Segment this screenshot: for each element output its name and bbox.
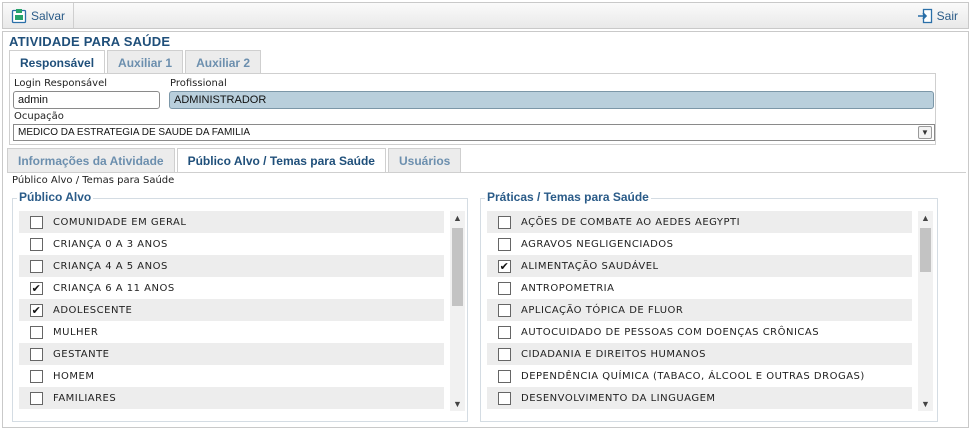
tab-publico-alvo-temas[interactable]: Público Alvo / Temas para Saúde [176, 148, 386, 173]
activity-tabs: Informações da Atividade Público Alvo / … [7, 148, 463, 173]
checkbox[interactable] [498, 347, 511, 361]
list-item-label: GESTANTE [53, 348, 110, 360]
list-item-label: AÇÕES DE COMBATE AO AEDES AEGYPTI [521, 216, 741, 228]
checkbox[interactable] [30, 391, 43, 405]
exit-label: Sair [936, 8, 958, 23]
scroll-thumb[interactable] [920, 228, 931, 272]
list-item-label: FAMILIARES [53, 392, 117, 404]
checkbox[interactable] [498, 369, 511, 383]
ocupacao-label: Ocupação [14, 111, 64, 122]
exit-icon [917, 8, 932, 23]
exit-button[interactable]: Sair [911, 3, 964, 28]
list-item-label: DESENVOLVIMENTO DA LINGUAGEM [521, 392, 716, 404]
responsavel-panel: Login Responsável admin Profissional ADM… [9, 73, 936, 145]
list-item-label: COMUNIDADE EM GERAL [53, 216, 187, 228]
checkbox[interactable] [30, 369, 43, 383]
praticas-legend: Práticas / Temas para Saúde [485, 190, 651, 204]
checkbox[interactable] [498, 237, 511, 251]
list-item-label: AGRAVOS NEGLIGENCIADOS [521, 238, 674, 250]
praticas-list: AÇÕES DE COMBATE AO AEDES AEGYPTI AGRAVOS… [487, 211, 912, 411]
list-item[interactable]: AÇÕES DE COMBATE AO AEDES AEGYPTI [487, 211, 912, 233]
ocupacao-select[interactable]: MEDICO DA ESTRATEGIA DE SAUDE DA FAMILIA… [13, 124, 935, 141]
praticas-fieldset: Práticas / Temas para Saúde AÇÕES DE COM… [480, 190, 938, 422]
list-item[interactable]: CRIANÇA 4 A 5 ANOS [19, 255, 444, 277]
list-item[interactable]: DEPENDÊNCIA QUÍMICA (TABACO, ÁLCOOL E OU… [487, 365, 912, 387]
list-item[interactable]: CRIANÇA 0 A 3 ANOS [19, 233, 444, 255]
scroll-thumb[interactable] [452, 228, 463, 306]
toolbar: Salvar Sair [2, 2, 969, 29]
list-item[interactable]: ANTROPOMETRIA [487, 277, 912, 299]
ocupacao-value: MEDICO DA ESTRATEGIA DE SAUDE DA FAMILIA [18, 127, 251, 138]
list-item[interactable]: APLICAÇÃO TÓPICA DE FLUOR [487, 299, 912, 321]
list-item[interactable]: HOMEM [19, 365, 444, 387]
publico-alvo-scrollbar[interactable]: ▲ ▼ [450, 211, 465, 411]
publico-alvo-list: COMUNIDADE EM GERAL CRIANÇA 0 A 3 ANOS CRI… [19, 211, 444, 411]
section-caption: Público Alvo / Temas para Saúde [12, 175, 175, 186]
list-item-label: ANTROPOMETRIA [521, 282, 615, 294]
profissional-field: ADMINISTRADOR [169, 91, 934, 109]
checkbox[interactable] [498, 303, 511, 317]
list-item[interactable]: DESENVOLVIMENTO DA LINGUAGEM [487, 387, 912, 409]
scroll-up-icon[interactable]: ▲ [918, 211, 933, 225]
checkbox[interactable] [30, 237, 43, 251]
chevron-down-icon[interactable]: ▼ [918, 126, 932, 139]
scroll-down-icon[interactable]: ▼ [918, 397, 933, 411]
list-item[interactable]: ✔ ALIMENTAÇÃO SAUDÁVEL [487, 255, 912, 277]
form-panel: ATIVIDADE PARA SAÚDE Responsável Auxilia… [2, 31, 969, 428]
list-item-label: DEPENDÊNCIA QUÍMICA (TABACO, ÁLCOOL E OU… [521, 370, 865, 382]
publico-alvo-fieldset: Público Alvo COMUNIDADE EM GERAL CRIANÇA … [12, 190, 468, 422]
list-item-label: CRIANÇA 0 A 3 ANOS [53, 238, 168, 250]
login-label: Login Responsável [14, 78, 108, 89]
list-item-label: ADOLESCENTE [53, 304, 133, 316]
list-item[interactable]: GESTANTE [19, 343, 444, 365]
list-item-label: CRIANÇA 4 A 5 ANOS [53, 260, 168, 272]
list-item[interactable]: CIDADANIA E DIREITOS HUMANOS [487, 343, 912, 365]
list-item[interactable]: AUTOCUIDADO DE PESSOAS COM DOENÇAS CRÔNI… [487, 321, 912, 343]
list-item-label: ALIMENTAÇÃO SAUDÁVEL [521, 260, 659, 272]
scroll-up-icon[interactable]: ▲ [450, 211, 465, 225]
list-item[interactable]: COMUNIDADE EM GERAL [19, 211, 444, 233]
save-button[interactable]: Salvar [5, 3, 75, 28]
list-item[interactable]: MULHER [19, 321, 444, 343]
checkbox[interactable] [30, 347, 43, 361]
tab-auxiliar-1[interactable]: Auxiliar 1 [107, 50, 184, 74]
list-item-label: HOMEM [53, 370, 95, 382]
list-item-label: AUTOCUIDADO DE PESSOAS COM DOENÇAS CRÔNI… [521, 326, 820, 338]
checkbox[interactable] [30, 259, 43, 273]
login-field[interactable]: admin [13, 91, 160, 109]
publico-alvo-legend: Público Alvo [17, 190, 94, 204]
checkbox[interactable] [30, 215, 43, 229]
tab-usuarios[interactable]: Usuários [387, 148, 462, 173]
checkbox-checked[interactable]: ✔ [30, 303, 43, 317]
praticas-scrollbar[interactable]: ▲ ▼ [918, 211, 933, 411]
checkbox[interactable] [498, 281, 511, 295]
list-item[interactable]: ✔ CRIANÇA 6 A 11 ANOS [19, 277, 444, 299]
checkbox-checked[interactable]: ✔ [30, 281, 43, 295]
list-item[interactable]: FAMILIARES [19, 387, 444, 409]
checkbox[interactable] [498, 325, 511, 339]
list-item-label: MULHER [53, 326, 99, 338]
checkbox-checked[interactable]: ✔ [498, 259, 511, 273]
list-item[interactable]: ✔ ADOLESCENTE [19, 299, 444, 321]
list-item[interactable]: AGRAVOS NEGLIGENCIADOS [487, 233, 912, 255]
checkbox[interactable] [498, 391, 511, 405]
page-title: ATIVIDADE PARA SAÚDE [9, 34, 171, 49]
checkbox[interactable] [30, 325, 43, 339]
tab-auxiliar-2[interactable]: Auxiliar 2 [185, 50, 262, 74]
list-item-label: CRIANÇA 6 A 11 ANOS [53, 282, 175, 294]
list-item-label: APLICAÇÃO TÓPICA DE FLUOR [521, 304, 684, 316]
checkbox[interactable] [498, 215, 511, 229]
responsavel-tabs: Responsável Auxiliar 1 Auxiliar 2 [9, 50, 263, 74]
list-item-label: CIDADANIA E DIREITOS HUMANOS [521, 348, 706, 360]
profissional-label: Profissional [170, 78, 227, 89]
save-icon [11, 8, 27, 23]
tab-responsavel[interactable]: Responsável [9, 50, 106, 74]
save-label: Salvar [31, 8, 66, 23]
tab-informacoes-atividade[interactable]: Informações da Atividade [7, 148, 175, 173]
scroll-down-icon[interactable]: ▼ [450, 397, 465, 411]
